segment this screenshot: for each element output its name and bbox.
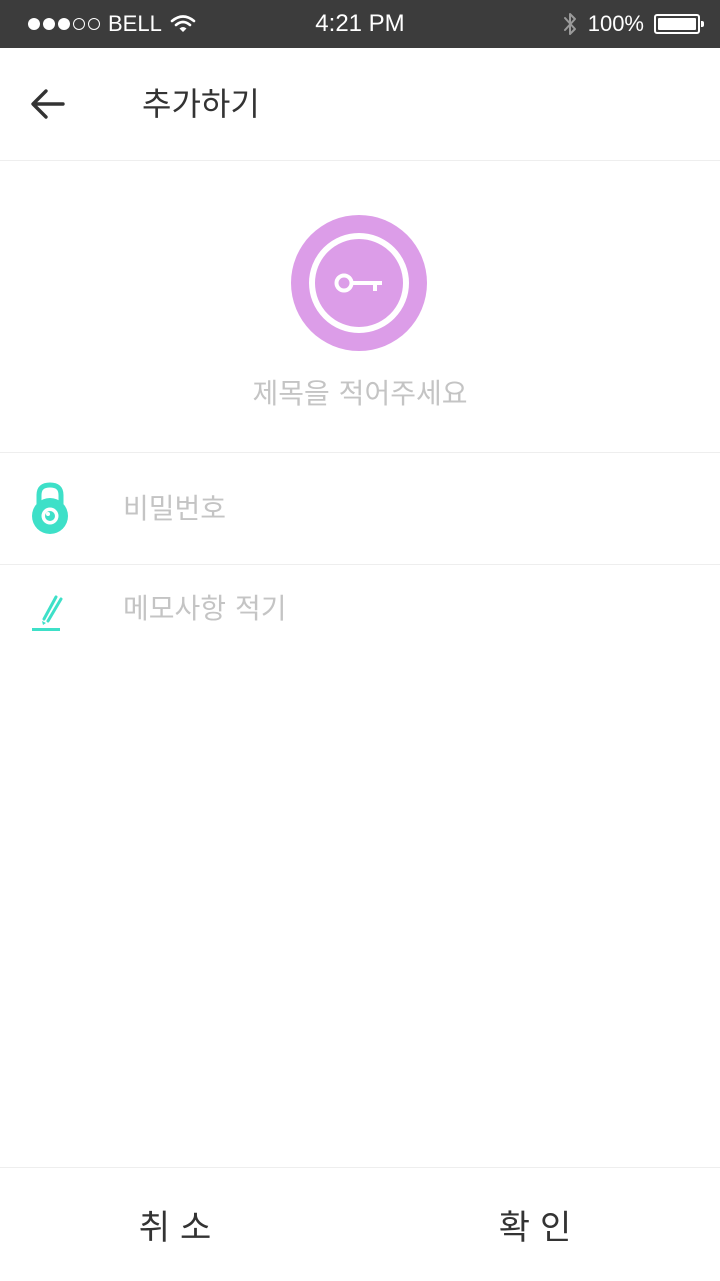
item-icon-button[interactable] — [291, 215, 427, 351]
arrow-left-icon — [30, 88, 66, 120]
battery-percent: 100% — [587, 11, 644, 36]
memo-row — [0, 565, 720, 665]
bluetooth-icon — [562, 11, 578, 37]
key-icon — [334, 270, 384, 296]
footer-actions: 취소 확인 — [0, 1167, 720, 1281]
confirm-button[interactable]: 확인 — [360, 1168, 720, 1281]
password-row — [0, 453, 720, 565]
header-bar: 추가하기 — [0, 48, 720, 161]
pencil-icon — [30, 587, 70, 639]
item-header-section — [0, 161, 720, 453]
memo-input[interactable] — [123, 583, 683, 633]
status-bar: BELL 4:21 PM 100% — [0, 0, 720, 48]
battery-level — [658, 18, 696, 30]
status-bar-right: 100% — [562, 0, 704, 48]
cancel-button[interactable]: 취소 — [0, 1168, 360, 1281]
page-title: 추가하기 — [142, 85, 260, 123]
password-input[interactable] — [123, 483, 683, 533]
lock-icon — [30, 482, 70, 535]
item-icon-ring — [309, 233, 409, 333]
back-button[interactable] — [24, 80, 72, 128]
battery-cap — [701, 21, 704, 27]
title-input[interactable] — [160, 371, 560, 415]
battery-icon — [654, 14, 704, 34]
